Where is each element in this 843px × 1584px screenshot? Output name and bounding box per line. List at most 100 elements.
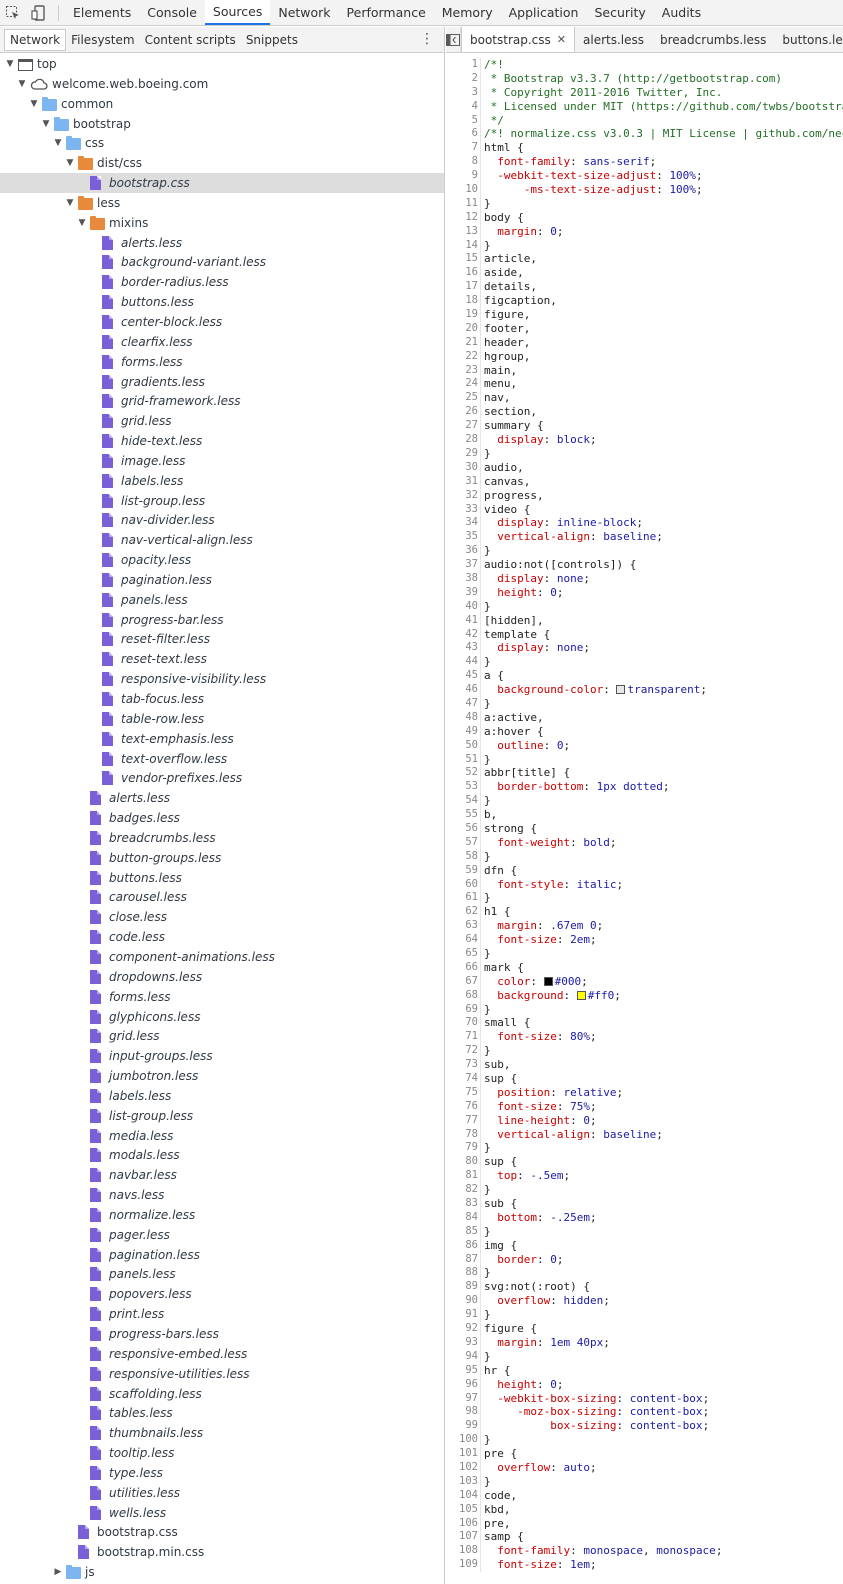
line-number[interactable]: 33 bbox=[446, 502, 481, 517]
expand-triangle-down-icon[interactable]: ▼ bbox=[4, 54, 16, 74]
tree-file[interactable]: glyphicons.less bbox=[0, 1007, 444, 1027]
line-number[interactable]: 47 bbox=[446, 696, 481, 711]
tree-file[interactable]: grid-framework.less bbox=[0, 391, 444, 411]
tree-file[interactable]: print.less bbox=[0, 1304, 444, 1324]
line-number[interactable]: 46 bbox=[446, 683, 481, 697]
line-number[interactable]: 54 bbox=[446, 794, 481, 809]
tree-file[interactable]: input-groups.less bbox=[0, 1046, 444, 1066]
tree-file[interactable]: progress-bars.less bbox=[0, 1324, 444, 1344]
line-number[interactable]: 26 bbox=[446, 405, 481, 420]
line-number[interactable]: 45 bbox=[446, 669, 481, 684]
expand-triangle-down-icon[interactable]: ▼ bbox=[76, 213, 88, 233]
line-number[interactable]: 79 bbox=[446, 1141, 481, 1156]
tree-file[interactable]: forms.less bbox=[0, 987, 444, 1007]
line-number[interactable]: 41 bbox=[446, 613, 481, 628]
tree-file[interactable]: pager.less bbox=[0, 1225, 444, 1245]
tree-file[interactable]: scaffolding.less bbox=[0, 1384, 444, 1404]
close-icon[interactable]: ✕ bbox=[557, 33, 566, 46]
tree-folder[interactable]: ▼ dist/css bbox=[0, 153, 444, 173]
line-number[interactable]: 63 bbox=[446, 919, 481, 934]
tree-file[interactable]: vendor-prefixes.less bbox=[0, 768, 444, 788]
tree-folder[interactable]: ▼ css bbox=[0, 133, 444, 153]
tab-performance[interactable]: Performance bbox=[339, 0, 434, 25]
line-number[interactable]: 8 bbox=[446, 155, 481, 170]
tree-file[interactable]: thumbnails.less bbox=[0, 1423, 444, 1443]
tree-file[interactable]: type.less bbox=[0, 1463, 444, 1483]
line-number[interactable]: 14 bbox=[446, 238, 481, 253]
line-number[interactable]: 24 bbox=[446, 377, 481, 392]
tree-file[interactable]: tables.less bbox=[0, 1403, 444, 1423]
tree-file[interactable]: normalize.less bbox=[0, 1205, 444, 1225]
line-number[interactable]: 108 bbox=[446, 1544, 481, 1559]
line-number[interactable]: 31 bbox=[446, 474, 481, 489]
expand-triangle-down-icon[interactable]: ▼ bbox=[16, 74, 28, 94]
line-number[interactable]: 50 bbox=[446, 738, 481, 753]
line-number[interactable]: 38 bbox=[446, 571, 481, 586]
tree-file[interactable]: list-group.less bbox=[0, 491, 444, 511]
color-swatch-icon[interactable] bbox=[576, 990, 586, 1000]
line-number[interactable]: 43 bbox=[446, 641, 481, 656]
tree-file[interactable]: bootstrap.css bbox=[0, 1522, 444, 1542]
line-number[interactable]: 4 bbox=[446, 99, 481, 114]
line-number[interactable]: 11 bbox=[446, 196, 481, 211]
line-number[interactable]: 57 bbox=[446, 835, 481, 850]
line-number[interactable]: 73 bbox=[446, 1058, 481, 1073]
tree-file[interactable]: panels.less bbox=[0, 1264, 444, 1284]
line-number[interactable]: 39 bbox=[446, 585, 481, 600]
line-number[interactable]: 7 bbox=[446, 141, 481, 156]
line-number[interactable]: 92 bbox=[446, 1322, 481, 1336]
tree-file[interactable]: image.less bbox=[0, 451, 444, 471]
line-number[interactable]: 42 bbox=[446, 627, 481, 642]
tree-file[interactable]: media.less bbox=[0, 1126, 444, 1146]
tab-application[interactable]: Application bbox=[501, 0, 587, 25]
tree-file[interactable]: background-variant.less bbox=[0, 252, 444, 272]
line-number[interactable]: 10 bbox=[446, 183, 481, 197]
line-number[interactable]: 87 bbox=[446, 1252, 481, 1267]
tree-file[interactable]: reset-filter.less bbox=[0, 629, 444, 649]
tab-console[interactable]: Console bbox=[139, 0, 205, 25]
tree-file[interactable]: badges.less bbox=[0, 808, 444, 828]
tree-file[interactable]: close.less bbox=[0, 907, 444, 927]
line-number[interactable]: 60 bbox=[446, 877, 481, 892]
tree-folder[interactable]: ▼ bootstrap bbox=[0, 114, 444, 134]
line-number[interactable]: 75 bbox=[446, 1085, 481, 1100]
tree-file[interactable]: nav-divider.less bbox=[0, 510, 444, 530]
tab-security[interactable]: Security bbox=[586, 0, 653, 25]
line-number[interactable]: 28 bbox=[446, 433, 481, 447]
line-number[interactable]: 93 bbox=[446, 1335, 481, 1350]
tree-file[interactable]: hide-text.less bbox=[0, 431, 444, 451]
line-number[interactable]: 21 bbox=[446, 335, 481, 350]
line-number[interactable]: 32 bbox=[446, 488, 481, 503]
line-number[interactable]: 58 bbox=[446, 849, 481, 864]
tree-file[interactable]: responsive-embed.less bbox=[0, 1344, 444, 1364]
line-number[interactable]: 101 bbox=[446, 1447, 481, 1461]
line-number[interactable]: 53 bbox=[446, 780, 481, 795]
line-number[interactable]: 95 bbox=[446, 1363, 481, 1378]
line-number[interactable]: 77 bbox=[446, 1113, 481, 1128]
line-number[interactable]: 89 bbox=[446, 1280, 481, 1295]
line-number[interactable]: 105 bbox=[446, 1502, 481, 1517]
expand-triangle-down-icon[interactable]: ▼ bbox=[40, 114, 52, 134]
tree-file[interactable]: panels.less bbox=[0, 590, 444, 610]
line-number[interactable]: 86 bbox=[446, 1238, 481, 1253]
line-number[interactable]: 12 bbox=[446, 210, 481, 225]
line-number[interactable]: 59 bbox=[446, 863, 481, 878]
line-number[interactable]: 62 bbox=[446, 905, 481, 920]
tree-file[interactable]: dropdowns.less bbox=[0, 967, 444, 987]
line-number[interactable]: 48 bbox=[446, 710, 481, 725]
tree-file[interactable]: buttons.less bbox=[0, 868, 444, 888]
editor-tab-buttons-less[interactable]: buttons.less bbox=[774, 27, 843, 52]
tree-folder[interactable]: ▼ welcome.web.boeing.com bbox=[0, 74, 444, 94]
navigator-tab-snippets[interactable]: Snippets bbox=[241, 29, 303, 51]
tree-file[interactable]: table-row.less bbox=[0, 709, 444, 729]
tree-file[interactable]: list-group.less bbox=[0, 1106, 444, 1126]
line-number[interactable]: 61 bbox=[446, 891, 481, 906]
line-number[interactable]: 76 bbox=[446, 1099, 481, 1114]
line-number[interactable]: 72 bbox=[446, 1044, 481, 1059]
line-number[interactable]: 85 bbox=[446, 1224, 481, 1239]
line-number[interactable]: 30 bbox=[446, 460, 481, 475]
line-number[interactable]: 69 bbox=[446, 1002, 481, 1017]
tree-file[interactable]: reset-text.less bbox=[0, 649, 444, 669]
tree-file[interactable]: progress-bar.less bbox=[0, 610, 444, 630]
line-number[interactable]: 27 bbox=[446, 419, 481, 434]
